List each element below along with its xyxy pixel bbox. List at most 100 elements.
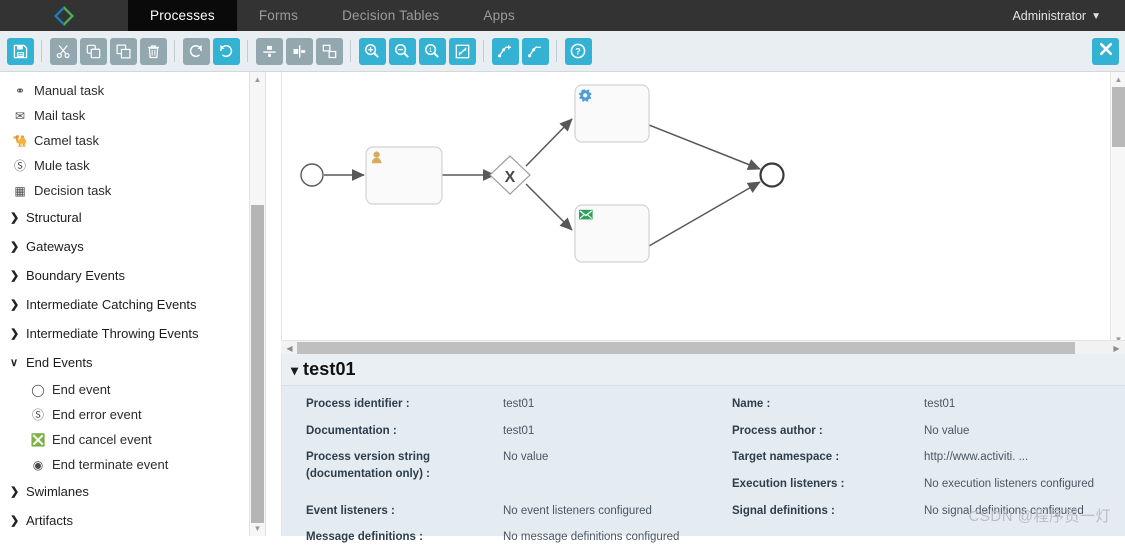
property-label: Signal definitions :	[732, 504, 835, 517]
palette-item-label: Manual task	[34, 83, 105, 98]
watermark: CSDN @程序员一灯	[968, 508, 1111, 525]
start-event[interactable]	[300, 163, 324, 187]
palette-item-end-error-event[interactable]: Ⓢ End error event	[28, 402, 265, 427]
zoom-actual-button[interactable]: 1	[418, 37, 446, 65]
svg-text:?: ?	[575, 46, 581, 56]
add-bendpoint-icon	[497, 43, 513, 59]
cut-button[interactable]	[49, 37, 77, 65]
save-button[interactable]	[6, 37, 34, 65]
palette-item-mail-task[interactable]: ✉ Mail task	[10, 103, 265, 128]
flow-mail-task-to-end[interactable]	[648, 181, 761, 247]
palette-scrollbar[interactable]: ▲ ▼	[249, 72, 265, 536]
end-event[interactable]	[759, 162, 785, 188]
property-label: Execution listeners :	[732, 478, 845, 491]
copy-button[interactable]	[79, 37, 107, 65]
add-bendpoint-button[interactable]	[491, 37, 519, 65]
property-value[interactable]: No execution listeners configured	[924, 476, 1094, 493]
tab-decision-tables[interactable]: Decision Tables	[320, 0, 461, 31]
scroll-down-icon[interactable]: ▼	[250, 521, 265, 536]
palette-item-camel-task[interactable]: 🐪 Camel task	[10, 128, 265, 153]
palette-scrollbar-thumb[interactable]	[251, 205, 264, 523]
scissors-icon	[56, 44, 71, 59]
property-value[interactable]: test01	[503, 423, 534, 440]
scroll-left-icon[interactable]: ◀	[283, 341, 296, 355]
user-task[interactable]	[365, 146, 443, 205]
zoom-fit-button[interactable]	[448, 37, 476, 65]
service-task[interactable]	[574, 84, 650, 143]
property-row-message-definitions: Message definitions : No message definit…	[306, 529, 704, 546]
user-menu[interactable]: Administrator ▼	[1012, 0, 1125, 31]
palette-item-mule-task[interactable]: Ⓢ Mule task	[10, 153, 265, 178]
palette-group-boundary-events[interactable]: ❯ Boundary Events	[10, 261, 265, 290]
mail-task[interactable]	[574, 204, 650, 263]
property-value[interactable]: test01	[503, 396, 534, 413]
trash-icon	[146, 44, 161, 59]
tab-processes[interactable]: Processes	[128, 0, 237, 37]
flow-gateway-to-mail-task[interactable]	[525, 183, 573, 231]
toolbar-separator	[247, 40, 248, 62]
property-value[interactable]: test01	[924, 396, 955, 413]
chevron-down-icon: ▼	[1091, 10, 1101, 22]
scroll-right-icon[interactable]: ▶	[1110, 341, 1123, 355]
close-editor-button[interactable]	[1092, 38, 1119, 65]
scroll-up-icon[interactable]: ▲	[250, 72, 265, 87]
circle-error-icon: Ⓢ	[31, 408, 44, 422]
paste-button[interactable]	[109, 37, 137, 65]
remove-bendpoint-button[interactable]	[521, 37, 549, 65]
delete-button[interactable]	[139, 37, 167, 65]
same-size-button[interactable]	[315, 37, 343, 65]
canvas-vertical-scrollbar[interactable]: ▲ ▼	[1110, 72, 1125, 346]
scroll-up-icon[interactable]: ▲	[1111, 72, 1125, 86]
redo-button[interactable]	[182, 37, 210, 65]
property-row-process-identifier: Process identifier : test01	[306, 396, 704, 413]
palette-item-end-cancel-event[interactable]: ❎ End cancel event	[28, 427, 265, 452]
gateway-marker: X	[505, 169, 516, 186]
bpmn-canvas[interactable]: X ▲ ▼	[281, 72, 1125, 346]
palette-group-gateways[interactable]: ❯ Gateways	[10, 232, 265, 261]
flow-service-task-to-end[interactable]	[648, 124, 761, 171]
redo-icon	[188, 43, 204, 59]
palette-item-end-terminate-event[interactable]: ◉ End terminate event	[28, 452, 265, 477]
tab-apps[interactable]: Apps	[461, 0, 537, 31]
property-value[interactable]: http://www.activiti. ...	[924, 449, 1028, 466]
palette-group-structural[interactable]: ❯ Structural	[10, 203, 265, 232]
canvas-vertical-scrollbar-thumb[interactable]	[1112, 87, 1125, 147]
palette-content: ⚭ Manual task ✉ Mail task 🐪 Camel task Ⓢ…	[0, 72, 265, 535]
tab-forms[interactable]: Forms	[237, 0, 320, 31]
close-icon	[1098, 41, 1114, 62]
zoom-out-button[interactable]	[388, 37, 416, 65]
brand-logo[interactable]	[0, 0, 128, 31]
flow-gateway-to-service-task[interactable]	[525, 118, 573, 167]
property-value[interactable]: No message definitions configured	[503, 529, 679, 546]
exclusive-gateway[interactable]: X	[489, 155, 531, 195]
envelope-icon	[579, 209, 593, 220]
property-value[interactable]: No value	[503, 449, 548, 482]
palette-group-intermediate-catching-events[interactable]: ❯ Intermediate Catching Events	[10, 290, 265, 319]
property-value[interactable]: No event listeners configured	[503, 503, 652, 520]
canvas-horizontal-scrollbar[interactable]: ◀ ▶	[281, 340, 1125, 355]
undo-button[interactable]	[212, 37, 240, 65]
palette-item-end-event[interactable]: ◯ End event	[28, 377, 265, 402]
palette-item-label: End cancel event	[52, 432, 152, 447]
help-button[interactable]: ?	[564, 37, 592, 65]
palette-item-manual-task[interactable]: ⚭ Manual task	[10, 78, 265, 103]
property-row-execution-listeners: Execution listeners : No execution liste…	[732, 476, 1125, 493]
property-label: Target namespace :	[732, 451, 840, 464]
chevron-right-icon: ❯	[10, 486, 20, 498]
diamond-logo-icon	[53, 5, 75, 27]
palette-group-end-events[interactable]: ∨ End Events	[10, 348, 265, 377]
palette-group-intermediate-throwing-events[interactable]: ❯ Intermediate Throwing Events	[10, 319, 265, 348]
align-vertical-button[interactable]	[255, 37, 283, 65]
circle-outline-icon: ◯	[31, 382, 45, 397]
properties-panel-header[interactable]: ▾ test01	[282, 354, 1125, 386]
palette-group-label: Structural	[26, 210, 82, 225]
palette-item-decision-task[interactable]: ▦ Decision task	[10, 178, 265, 203]
property-value[interactable]: No value	[924, 423, 969, 440]
palette-group-label: Gateways	[26, 239, 84, 254]
palette-group-label: Artifacts	[26, 513, 73, 528]
palette-group-artifacts[interactable]: ❯ Artifacts	[10, 506, 265, 535]
canvas-horizontal-scrollbar-thumb[interactable]	[297, 342, 1075, 354]
align-horizontal-button[interactable]	[285, 37, 313, 65]
zoom-in-button[interactable]	[358, 37, 386, 65]
palette-group-swimlanes[interactable]: ❯ Swimlanes	[10, 477, 265, 506]
